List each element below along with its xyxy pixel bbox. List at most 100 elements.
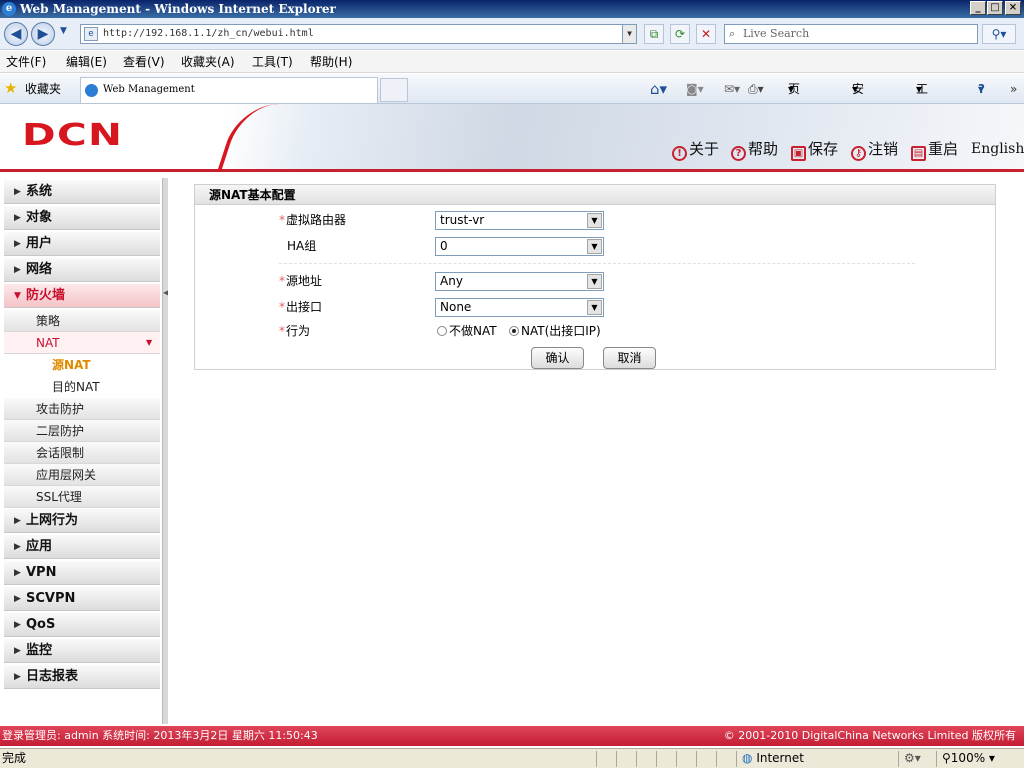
page-icon: e (84, 27, 98, 41)
forward-button[interactable]: ▶ (31, 22, 55, 46)
history-dropdown-icon[interactable]: ▼ (60, 26, 67, 36)
save-icon: ▣ (791, 146, 806, 161)
logout-link[interactable]: ⚷ 注销 (851, 140, 898, 161)
menu-favorites[interactable]: 收藏夹(A) (181, 51, 235, 73)
nav-internet-behavior[interactable]: ▶ 上网行为 (4, 509, 160, 533)
menu-tools[interactable]: 工具(T) (252, 51, 293, 73)
action-label: *行为 (279, 324, 311, 338)
page-menu[interactable]: 页面(P) ▾ (788, 74, 805, 156)
ha-group-select[interactable]: 0 ▼ (435, 237, 604, 256)
menu-help[interactable]: 帮助(H) (310, 51, 352, 73)
more-commands-icon[interactable]: » (1010, 74, 1017, 104)
nav-nat[interactable]: NAT ▼ (4, 332, 160, 354)
virtual-router-select[interactable]: trust-vr ▼ (435, 211, 604, 230)
nav-monitor[interactable]: ▶ 监控 (4, 639, 160, 663)
collapse-arrow-icon: ▼ (14, 291, 21, 301)
status-text: 完成 (2, 751, 27, 765)
nav-application[interactable]: ▶ 应用 (4, 535, 160, 559)
expand-arrow-icon: ▶ (14, 620, 21, 630)
egress-interface-label: *出接口 (279, 300, 323, 314)
reboot-link[interactable]: ▤ 重启 (911, 140, 958, 161)
expand-arrow-icon: ▶ (14, 213, 21, 223)
sidebar: ▶ 系统 ▶ 对象 ▶ 用户 ▶ 网络 ▼ 防火墙 策略 NAT ▼ 源NAT 目的NAT … (0, 178, 162, 724)
minimize-button[interactable]: _ (970, 1, 986, 15)
dropdown-arrow-icon: ▼ (587, 300, 602, 315)
nav-network[interactable]: ▶ 网络 (4, 258, 160, 282)
help-icon[interactable]: ? ▾ (978, 74, 985, 104)
page-footer: 登录管理员: admin 系统时间: 2013年3月2日 星期六 11:50:4… (0, 726, 1024, 746)
search-input[interactable]: ⌕ Live Search (724, 24, 978, 44)
nav-ssl-proxy[interactable]: SSL代理 (4, 486, 160, 508)
action-nat-egress-radio[interactable]: NAT(出接口IP) (509, 322, 601, 340)
nav-scvpn[interactable]: ▶ SCVPN (4, 587, 160, 611)
tools-menu[interactable]: 工具(O) ▾ (916, 74, 935, 156)
star-icon: ★ (4, 79, 18, 97)
nav-session-limit[interactable]: 会话限制 (4, 442, 160, 464)
copyright: © 2001-2010 DigitalChina Networks Limite… (723, 729, 1016, 742)
source-address-select[interactable]: Any ▼ (435, 272, 604, 291)
login-info: 登录管理员: admin 系统时间: 2013年3月2日 星期六 11:50:4… (2, 729, 318, 742)
print-icon[interactable]: ⎙▾ (748, 74, 764, 104)
english-link[interactable]: English (971, 140, 1024, 158)
nav-user[interactable]: ▶ 用户 (4, 232, 160, 256)
close-window-button[interactable]: × (1005, 1, 1021, 15)
about-link[interactable]: ! 关于 (672, 140, 719, 161)
mail-icon[interactable]: ✉▾ (724, 74, 740, 104)
expand-arrow-icon: ▶ (14, 672, 21, 682)
refresh-icon[interactable]: ⟳ (670, 24, 690, 44)
help-link[interactable]: ? 帮助 (731, 140, 778, 161)
expand-arrow-icon: ▶ (14, 239, 21, 249)
dropdown-arrow-icon: ▼ (587, 213, 602, 228)
nav-attack-defense[interactable]: 攻击防护 (4, 398, 160, 420)
feeds-icon[interactable]: ◙▾ (686, 74, 704, 104)
home-icon[interactable]: ⌂▾ (650, 74, 667, 104)
maximize-button[interactable]: □ (987, 1, 1003, 15)
new-tab-button[interactable] (380, 78, 408, 102)
confirm-button[interactable]: 确认 (531, 347, 584, 369)
radio-circle-selected (509, 326, 519, 336)
menu-file[interactable]: 文件(F) (6, 51, 46, 73)
nav-qos[interactable]: ▶ QoS (4, 613, 160, 637)
browser-tab[interactable]: Web Management (80, 77, 378, 103)
reboot-icon: ▤ (911, 146, 926, 161)
favorites-button[interactable]: 收藏夹 (25, 74, 61, 104)
nav-object[interactable]: ▶ 对象 (4, 206, 160, 230)
address-input[interactable]: e http://192.168.1.1/zh_cn/webui.html ▼ (80, 24, 637, 44)
egress-interface-select[interactable]: None ▼ (435, 298, 604, 317)
main-content: 源NAT基本配置 *虚拟路由器 trust-vr ▼ HA组 0 ▼ *源地址 An… (168, 178, 1024, 724)
ie-logo-icon: e (2, 2, 16, 16)
nav-destination-nat[interactable]: 目的NAT (4, 376, 160, 398)
nav-policy[interactable]: 策略 (4, 310, 160, 332)
nav-system[interactable]: ▶ 系统 (4, 180, 160, 204)
nav-log-report[interactable]: ▶ 日志报表 (4, 665, 160, 689)
key-icon: ⚷ (851, 146, 866, 161)
header-swoosh-decoration (216, 104, 280, 172)
compatibility-icon[interactable]: ⧉ (644, 24, 664, 44)
page-header: DCN ! 关于 ? 帮助 ▣ 保存 ⚷ 注销 ▤ 重启 English (0, 104, 1024, 172)
nav-l2-defense[interactable]: 二层防护 (4, 420, 160, 442)
search-button-icon[interactable]: ⚲▾ (982, 24, 1016, 44)
menu-edit[interactable]: 编辑(E) (66, 51, 107, 73)
cancel-button[interactable]: 取消 (603, 347, 656, 369)
expand-arrow-icon: ▶ (14, 516, 21, 526)
menu-bar: 文件(F) 编辑(E) 查看(V) 收藏夹(A) 工具(T) 帮助(H) (0, 51, 1024, 73)
expand-arrow-icon: ▶ (14, 646, 21, 656)
dcn-logo: DCN (22, 118, 124, 153)
nav-alg[interactable]: 应用层网关 (4, 464, 160, 486)
menu-view[interactable]: 查看(V) (123, 51, 165, 73)
expand-arrow-icon: ▶ (14, 542, 21, 552)
virtual-router-label: *虚拟路由器 (279, 213, 347, 227)
save-link[interactable]: ▣ 保存 (791, 140, 838, 161)
nav-vpn[interactable]: ▶ VPN (4, 561, 160, 585)
safety-menu[interactable]: 安全(S) ▾ (852, 74, 869, 156)
protected-mode-icon[interactable]: ⚙▾ (904, 749, 921, 768)
action-no-nat-radio[interactable]: 不做NAT (437, 322, 497, 340)
nav-firewall[interactable]: ▼ 防火墙 (4, 284, 160, 308)
zoom-level[interactable]: ⚲100% ▾ (942, 749, 995, 768)
info-icon: ! (672, 146, 687, 161)
url-dropdown-icon[interactable]: ▼ (622, 25, 636, 43)
panel-title: 源NAT基本配置 (195, 185, 995, 205)
back-button[interactable]: ◀ (4, 22, 28, 46)
nav-source-nat[interactable]: 源NAT (4, 354, 160, 376)
stop-icon[interactable]: ✕ (696, 24, 716, 44)
